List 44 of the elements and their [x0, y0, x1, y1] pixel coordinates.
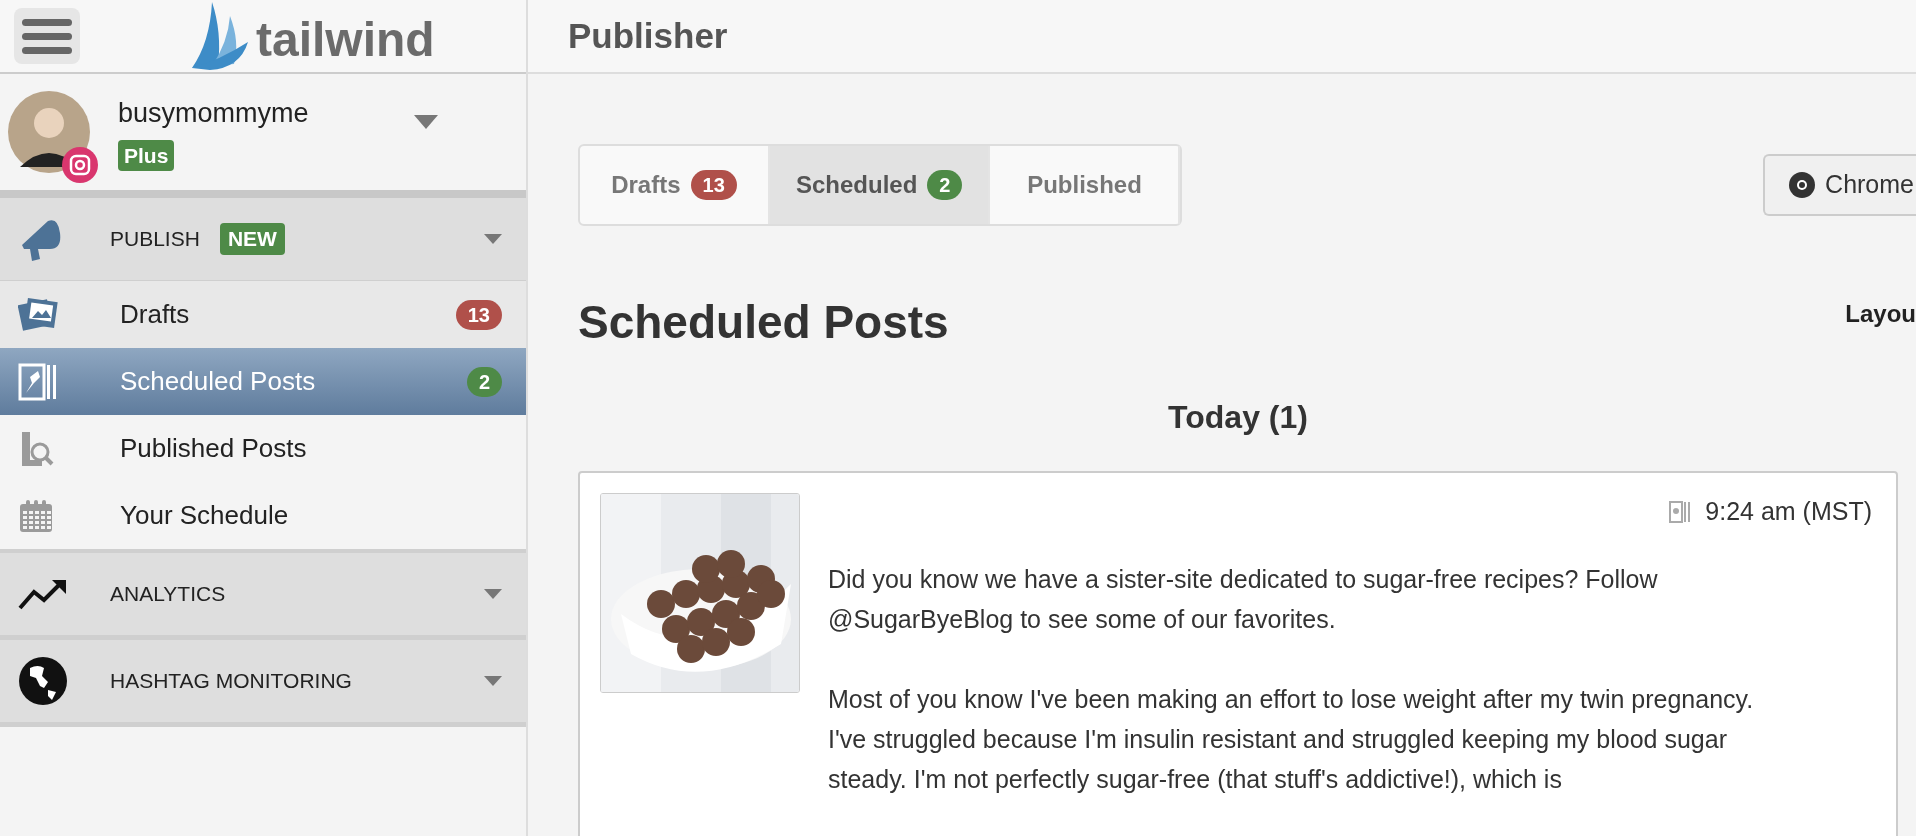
- chrome-button[interactable]: Chrome: [1763, 154, 1916, 216]
- browser-icon: [1789, 172, 1816, 198]
- post-text: Did you know we have a sister-site dedicated to sugar-free recipes? Follow @SugarByeBlog to see some of our favorites.: [828, 563, 1659, 635]
- section-label: HASHTAG MONITORING: [110, 668, 352, 695]
- caret-icon: [484, 676, 502, 686]
- trend-up-icon: [18, 578, 68, 610]
- caret-icon: [484, 234, 502, 244]
- photos-icon: [18, 295, 58, 334]
- section-label: PUBLISH: [110, 226, 200, 253]
- tab[interactable]: Published: [990, 146, 1181, 224]
- nav-label: Drafts: [120, 298, 190, 331]
- menu-button[interactable]: [14, 8, 80, 64]
- post-text: Most of you know I've been making an effort to lose weight after my twin pregnancy. I've struggled because I'm insulin resistant and struggled keeping my blood sugar steady. I'm not perfectly sugar-free (that stuff's addictive!), which is: [828, 683, 1755, 795]
- section-heading: Scheduled Posts: [578, 295, 949, 350]
- calendar-icon: [18, 497, 54, 534]
- nav-label: Your Schedule: [120, 499, 289, 532]
- count-badge: 13: [690, 170, 737, 200]
- tab[interactable]: Scheduled 2: [770, 146, 991, 224]
- nav-item[interactable]: Drafts 13: [0, 281, 526, 348]
- pushpin-cards-icon: [1669, 499, 1692, 524]
- plan-label: Plus: [118, 139, 175, 171]
- count-badge: 2: [466, 366, 502, 397]
- section-header[interactable]: ANALYTICS: [0, 553, 526, 636]
- nav-label: Published Posts: [120, 432, 307, 465]
- day-heading: Today (1): [1168, 398, 1308, 437]
- sail-logo-icon: [190, 2, 250, 70]
- count-badge: 2: [927, 170, 963, 200]
- logo-text: tailwind: [256, 16, 435, 64]
- section-header[interactable]: PUBLISH NEW: [0, 198, 526, 281]
- caret-icon: [484, 589, 502, 599]
- account-dropdown[interactable]: [414, 115, 438, 129]
- section-label: ANALYTICS: [110, 581, 226, 608]
- layout-label: Layou: [1845, 298, 1916, 329]
- globe-icon: [18, 656, 68, 706]
- new-label: NEW: [219, 223, 285, 255]
- caret-icon: [414, 115, 438, 129]
- nav-label: Scheduled Posts: [120, 365, 316, 398]
- camera-badge-icon: [62, 147, 98, 183]
- account-name: busymommyme: [118, 97, 309, 130]
- nav-item[interactable]: Scheduled Posts 2: [0, 348, 526, 415]
- page-title: Publisher: [568, 14, 728, 57]
- count-badge: 13: [455, 299, 502, 330]
- post-time: 9:24 am (MST): [1705, 496, 1872, 527]
- section-header[interactable]: HASHTAG MONITORING: [0, 640, 526, 723]
